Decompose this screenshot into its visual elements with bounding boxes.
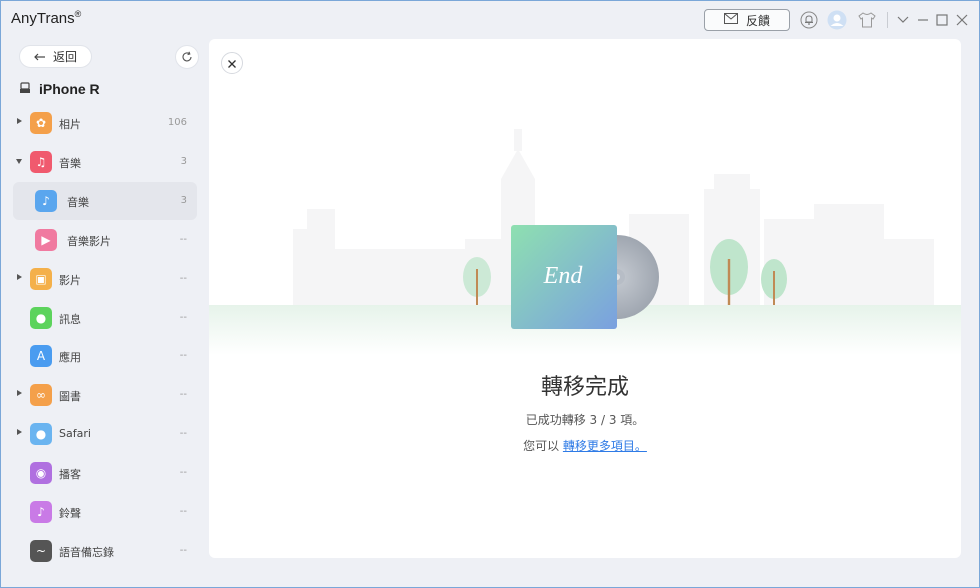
expand-right-icon[interactable] — [17, 118, 22, 124]
transfer-more-link[interactable]: 轉移更多項目。 — [563, 439, 647, 453]
close-panel-button[interactable] — [221, 52, 243, 74]
books-icon: ∞ — [30, 384, 52, 407]
transfer-count-text: 已成功轉移 3 / 3 項。 — [525, 413, 645, 427]
chevron-down-icon[interactable] — [893, 10, 913, 30]
sidebar-item-label: 語音備忘錄 — [59, 545, 114, 559]
podcasts-icon: ◉ — [30, 462, 52, 485]
sidebar-item[interactable]: ♪ 鈴聲 -- — [13, 493, 197, 531]
sidebar: 返回 iPhone R ✿ 相片 106 ♫ 音樂 3 ♪ 音樂 3 ▶ 音樂影片 -- ▣ 影片 -- ● 訊… — [1, 37, 207, 587]
expand-right-icon[interactable] — [17, 429, 22, 436]
sidebar-item-count: -- — [179, 428, 187, 440]
registered-mark: ® — [74, 9, 82, 19]
back-button[interactable]: 返回 — [19, 45, 92, 68]
app-window: AnyTrans® 反饋 返回 iPhone R ✿ 相片 106 ♫ 音樂 3… — [0, 0, 980, 588]
sidebar-item-count: -- — [179, 389, 187, 401]
sidebar-item-label: Safari — [59, 427, 91, 441]
account-avatar-icon[interactable] — [827, 10, 847, 30]
ringtones-icon: ♪ — [30, 501, 52, 523]
sidebar-item[interactable]: ✿ 相片 106 — [13, 104, 197, 142]
sidebar-item-count: -- — [179, 272, 187, 284]
app-store-icon: A — [30, 345, 52, 368]
expand-right-icon[interactable] — [17, 390, 22, 397]
maximize-icon[interactable] — [932, 10, 952, 30]
refresh-button[interactable] — [175, 45, 199, 69]
sidebar-item-count: 3 — [180, 155, 187, 167]
sidebar-item-count: 3 — [180, 194, 187, 206]
sidebar-item-count: -- — [179, 467, 187, 479]
messages-icon: ● — [30, 306, 52, 329]
close-icon — [227, 54, 237, 73]
sidebar-item-count: -- — [179, 506, 187, 517]
sidebar-item-count: 106 — [167, 117, 187, 128]
sidebar-item[interactable]: ∞ 圖書 -- — [13, 376, 197, 414]
skin-shirt-icon[interactable] — [857, 10, 877, 30]
transfer-complete-title: 轉移完成 — [540, 375, 629, 400]
mail-icon — [723, 13, 738, 27]
album-cover: End — [511, 225, 617, 329]
videos-icon: ▣ — [30, 267, 52, 290]
sidebar-item-label: 音樂影片 — [67, 234, 111, 248]
sidebar-item[interactable]: ▶ 音樂影片 -- — [13, 221, 197, 259]
sidebar-item-count: -- — [179, 311, 187, 323]
music-note-icon: ♪ — [35, 189, 57, 212]
sidebar-item-label: 應用 — [59, 351, 81, 365]
back-label: 返回 — [52, 50, 77, 64]
music-video-icon: ▶ — [35, 228, 57, 251]
sidebar-item-label: 播客 — [59, 468, 81, 482]
sidebar-item[interactable]: ♪ 音樂 3 — [13, 181, 197, 220]
transfer-complete-panel: End 轉移完成 已成功轉移 3 / 3 項。 您可以 轉移更多項目。 — [209, 39, 961, 558]
device-header: iPhone R — [19, 81, 100, 97]
title-bar: AnyTrans® 反饋 — [1, 1, 979, 37]
device-name: iPhone R — [39, 81, 100, 97]
sidebar-item-label: 相片 — [59, 118, 81, 131]
sidebar-item-label: 訊息 — [59, 312, 81, 326]
sidebar-item[interactable]: ◉ 播客 -- — [13, 454, 197, 492]
sidebar-item[interactable]: ~ 語音備忘錄 -- — [13, 532, 197, 570]
photos-icon: ✿ — [30, 112, 52, 134]
titlebar-divider — [887, 12, 888, 28]
refresh-icon — [181, 48, 193, 67]
feedback-label: 反饋 — [745, 13, 770, 28]
device-icon — [19, 81, 31, 97]
safari-icon: ● — [30, 423, 52, 446]
arrow-left-icon — [34, 50, 46, 64]
expand-down-icon[interactable] — [16, 158, 22, 164]
transfer-more-prefix: 您可以 — [523, 439, 560, 453]
sidebar-item[interactable]: A 應用 -- — [13, 337, 197, 375]
sidebar-item-label: 圖書 — [59, 390, 81, 404]
expand-right-icon[interactable] — [17, 273, 22, 280]
voice-memos-icon: ~ — [30, 539, 52, 562]
sidebar-item-label: 影片 — [59, 273, 81, 287]
sidebar-item-label: 音樂 — [67, 195, 89, 209]
album-text: End — [543, 263, 584, 289]
notification-bell-icon[interactable] — [799, 10, 819, 30]
sidebar-item[interactable]: ● Safari -- — [13, 415, 197, 453]
transfer-illustration: End — [209, 129, 961, 355]
sidebar-item-label: 音樂 — [59, 156, 81, 170]
sidebar-item[interactable]: ▣ 影片 -- — [13, 260, 197, 298]
sidebar-item[interactable]: ● 訊息 -- — [13, 299, 197, 337]
sidebar-item-count: -- — [179, 544, 187, 556]
sidebar-item-count: -- — [179, 233, 187, 245]
sidebar-item-label: 鈴聲 — [59, 507, 81, 520]
minimize-icon[interactable] — [913, 10, 933, 30]
close-window-icon[interactable] — [952, 10, 972, 30]
music-icon: ♫ — [30, 150, 52, 173]
sidebar-item[interactable]: ♫ 音樂 3 — [13, 143, 197, 181]
transfer-more-line: 您可以 轉移更多項目。 — [209, 437, 961, 454]
sidebar-item-count: -- — [179, 350, 187, 362]
feedback-button[interactable]: 反饋 — [704, 9, 790, 31]
app-title: AnyTrans® — [11, 9, 82, 27]
